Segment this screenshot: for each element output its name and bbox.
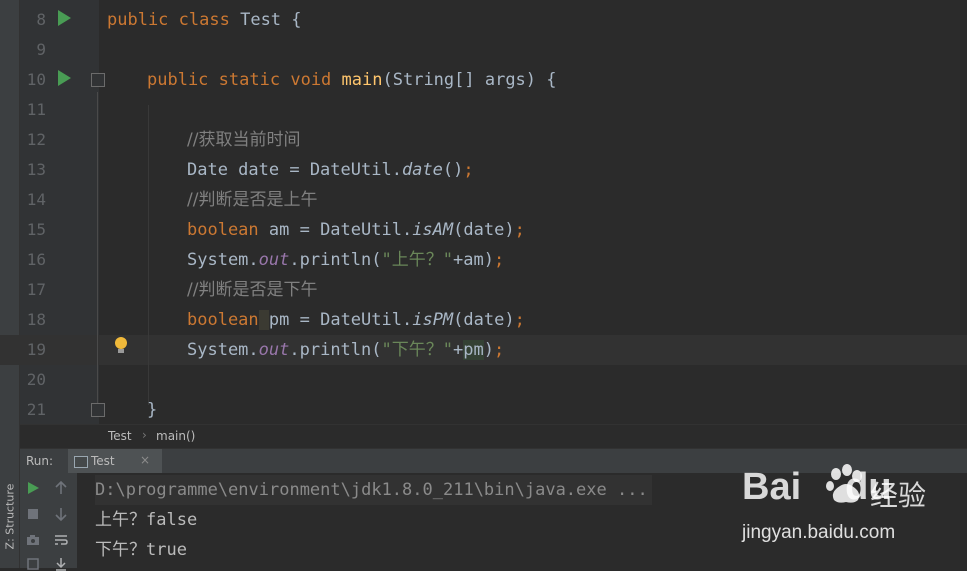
code-line-21: } bbox=[147, 400, 158, 420]
fold-range-line bbox=[97, 92, 98, 404]
fold-marker-icon[interactable] bbox=[91, 73, 105, 87]
line-number: 13 bbox=[26, 160, 46, 179]
rerun-icon[interactable] bbox=[26, 481, 40, 495]
line-number: 9 bbox=[36, 40, 46, 59]
indent-guide bbox=[148, 105, 149, 405]
console-output-line: 上午？false bbox=[95, 510, 198, 530]
code-line-13: Date date = DateUtil.date(); bbox=[187, 160, 474, 180]
structure-tool-tab[interactable]: Z: Structure bbox=[0, 470, 19, 568]
baidu-jingyan-watermark: Bai du 经验 jingyan.baidu.com bbox=[742, 462, 942, 552]
code-line-17-comment: //判断是否是下午 bbox=[187, 280, 318, 300]
line-number: 18 bbox=[26, 310, 46, 329]
camera-icon[interactable] bbox=[26, 533, 40, 547]
line-number: 14 bbox=[26, 190, 46, 209]
down-arrow-icon[interactable] bbox=[54, 507, 68, 521]
line-number: 15 bbox=[26, 220, 46, 239]
breadcrumb-method[interactable]: main() bbox=[156, 429, 195, 443]
line-number: 16 bbox=[26, 250, 46, 269]
line-number: 19 bbox=[26, 340, 46, 359]
line-number: 8 bbox=[36, 10, 46, 29]
console-command-line[interactable]: D:\programme\environment\jdk1.8.0_211\bi… bbox=[95, 475, 652, 505]
fold-marker-icon[interactable] bbox=[91, 403, 105, 417]
breadcrumb-separator: › bbox=[142, 428, 147, 442]
watermark-cn-text: 经验 bbox=[870, 479, 927, 512]
line-number: 12 bbox=[26, 130, 46, 149]
line-number: 17 bbox=[26, 280, 46, 299]
run-tab-label: Test bbox=[91, 454, 115, 468]
code-line-15: boolean am = DateUtil.isAM(date); bbox=[187, 220, 525, 240]
stop-icon[interactable] bbox=[26, 507, 40, 521]
close-tab-icon[interactable]: × bbox=[140, 453, 150, 467]
breadcrumb: Test › main() bbox=[20, 424, 967, 449]
console-toolbar bbox=[20, 473, 77, 571]
line-number: 20 bbox=[26, 370, 46, 389]
baidu-paw-icon bbox=[826, 464, 862, 503]
console-tab-icon bbox=[74, 456, 88, 468]
line-number: 21 bbox=[26, 400, 46, 419]
run-tab-test[interactable]: Test × bbox=[68, 449, 162, 473]
console-output-line: 下午？true bbox=[95, 540, 187, 560]
breadcrumb-class[interactable]: Test bbox=[108, 429, 132, 443]
scroll-to-end-icon[interactable] bbox=[54, 557, 68, 571]
code-line-16: System.out.println("上午？"+am); bbox=[187, 250, 505, 270]
code-line-14-comment: //判断是否是上午 bbox=[187, 190, 318, 210]
code-line-8: public class Test { bbox=[107, 10, 302, 30]
left-tool-strip: Z: Structure bbox=[0, 0, 20, 568]
up-arrow-icon[interactable] bbox=[54, 481, 68, 495]
restore-layout-icon[interactable] bbox=[26, 557, 40, 571]
code-line-18: boolean pm = DateUtil.isPM(date); bbox=[187, 310, 525, 330]
watermark-url: jingyan.baidu.com bbox=[742, 522, 896, 543]
code-line-19: System.out.println("下午？"+pm); bbox=[187, 340, 505, 360]
structure-tab-label: Z: Structure bbox=[3, 483, 17, 550]
run-label: Run: bbox=[26, 454, 54, 468]
code-line-10: public static void main(String[] args) { bbox=[147, 70, 557, 90]
run-main-icon[interactable] bbox=[58, 70, 71, 86]
code-line-12-comment: //获取当前时间 bbox=[187, 130, 301, 150]
line-number: 11 bbox=[26, 100, 46, 119]
line-number: 10 bbox=[26, 70, 46, 89]
soft-wrap-icon[interactable] bbox=[54, 533, 68, 547]
lightbulb-icon[interactable] bbox=[115, 337, 127, 353]
run-class-icon[interactable] bbox=[58, 10, 71, 26]
